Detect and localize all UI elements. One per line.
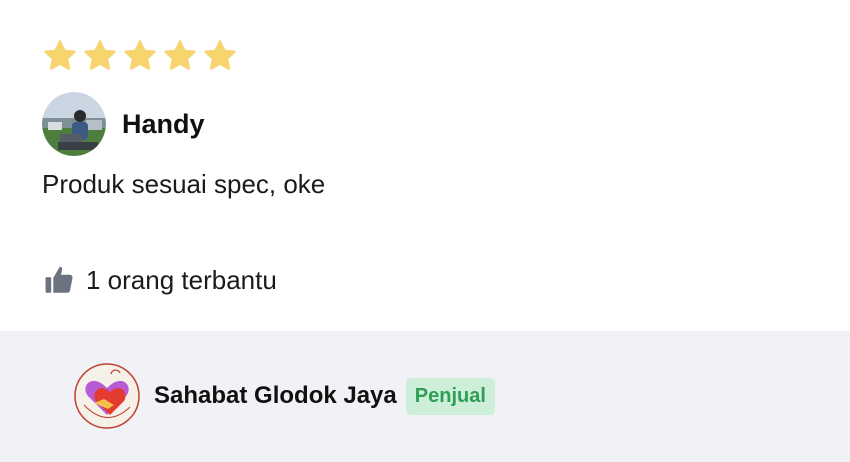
star-icon bbox=[44, 40, 76, 70]
seller-logo[interactable] bbox=[74, 363, 140, 429]
star-icon bbox=[204, 40, 236, 70]
star-icon bbox=[124, 40, 156, 70]
seller-name[interactable]: Sahabat Glodok Jaya bbox=[154, 382, 397, 410]
user-avatar[interactable] bbox=[42, 92, 106, 156]
seller-badge: Penjual bbox=[405, 377, 495, 415]
seller-info: Sahabat Glodok Jaya Penjual bbox=[74, 363, 495, 429]
star-rating bbox=[42, 38, 238, 74]
star-icon bbox=[84, 40, 116, 70]
seller-reply-bar: Sahabat Glodok Jaya Penjual bbox=[0, 331, 850, 462]
helpful-button[interactable]: 1 orang terbantu bbox=[42, 262, 277, 298]
thumbs-up-icon bbox=[45, 266, 73, 293]
helpful-count: 1 orang terbantu bbox=[86, 264, 277, 295]
reviewer-info: Handy bbox=[42, 92, 205, 156]
star-icon bbox=[164, 40, 196, 70]
review-text: Produk sesuai spec, oke bbox=[42, 169, 326, 199]
review-card: Handy Produk sesuai spec, oke 1 orang te… bbox=[0, 0, 850, 331]
reviewer-name: Handy bbox=[122, 108, 205, 139]
